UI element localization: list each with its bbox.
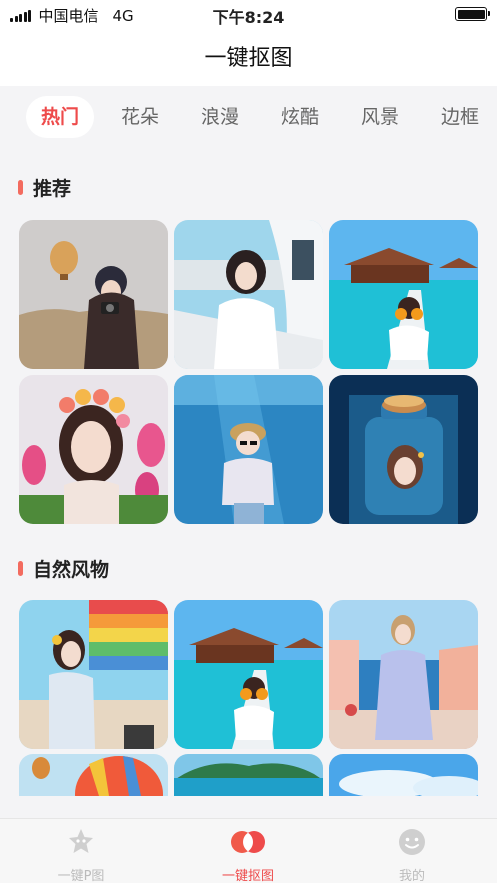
tab-flowers[interactable]: 花朵: [106, 96, 174, 138]
category-tabs: 热门 花朵 浪漫 炫酷 风景 边框: [0, 96, 497, 142]
section-title-recommended: 推荐: [18, 174, 71, 201]
template-tulip-flower-crown-girl[interactable]: [19, 375, 168, 524]
section-accent-bar: [18, 561, 23, 576]
template-overwater-villa-girl[interactable]: [329, 220, 478, 369]
tab-hot[interactable]: 热门: [26, 96, 94, 138]
nav-header: 一键抠图: [0, 28, 497, 86]
section-title-nature: 自然风物: [18, 555, 109, 582]
overlap-circles-icon: [231, 827, 265, 857]
template-sky-clouds[interactable]: [329, 754, 478, 796]
template-island-sea[interactable]: [174, 754, 323, 796]
status-bar: 中国电信 4G 下午8:24: [0, 0, 497, 28]
page-title: 一键抠图: [204, 46, 293, 71]
status-time: 下午8:24: [212, 8, 285, 27]
bottom-tab-bar: 一键P图 一键抠图 我的: [0, 818, 497, 883]
template-bottle-fantasy-girl[interactable]: [329, 375, 478, 524]
tab-frames[interactable]: 边框: [426, 96, 494, 138]
template-balloon-desert-girl[interactable]: [19, 220, 168, 369]
tab-bar-item-cutout[interactable]: 一键抠图: [188, 827, 308, 883]
tab-bar-label: 一键P图: [57, 869, 105, 883]
template-yacht-girl[interactable]: [174, 220, 323, 369]
section-accent-bar: [18, 180, 23, 195]
battery-icon: [455, 7, 490, 21]
section-title-text: 自然风物: [33, 559, 110, 581]
tab-scenery[interactable]: 风景: [346, 96, 414, 138]
smiley-icon: [397, 827, 427, 857]
tab-romance[interactable]: 浪漫: [186, 96, 254, 138]
template-hot-air-balloon[interactable]: [19, 754, 168, 796]
tab-bar-label: 一键抠图: [221, 869, 274, 883]
star-face-icon: [66, 827, 96, 857]
template-underwater-girl[interactable]: [174, 375, 323, 524]
tab-cool[interactable]: 炫酷: [266, 96, 334, 138]
template-rainbow-wall-girl[interactable]: [19, 600, 168, 749]
section-title-text: 推荐: [33, 178, 72, 200]
tab-bar-label: 我的: [398, 869, 425, 883]
tab-bar-item-quick-edit[interactable]: 一键P图: [21, 827, 141, 883]
template-coastal-town-girl[interactable]: [329, 600, 478, 749]
template-overwater-villa-girl-2[interactable]: [174, 600, 323, 749]
tab-bar-item-profile[interactable]: 我的: [352, 827, 472, 883]
